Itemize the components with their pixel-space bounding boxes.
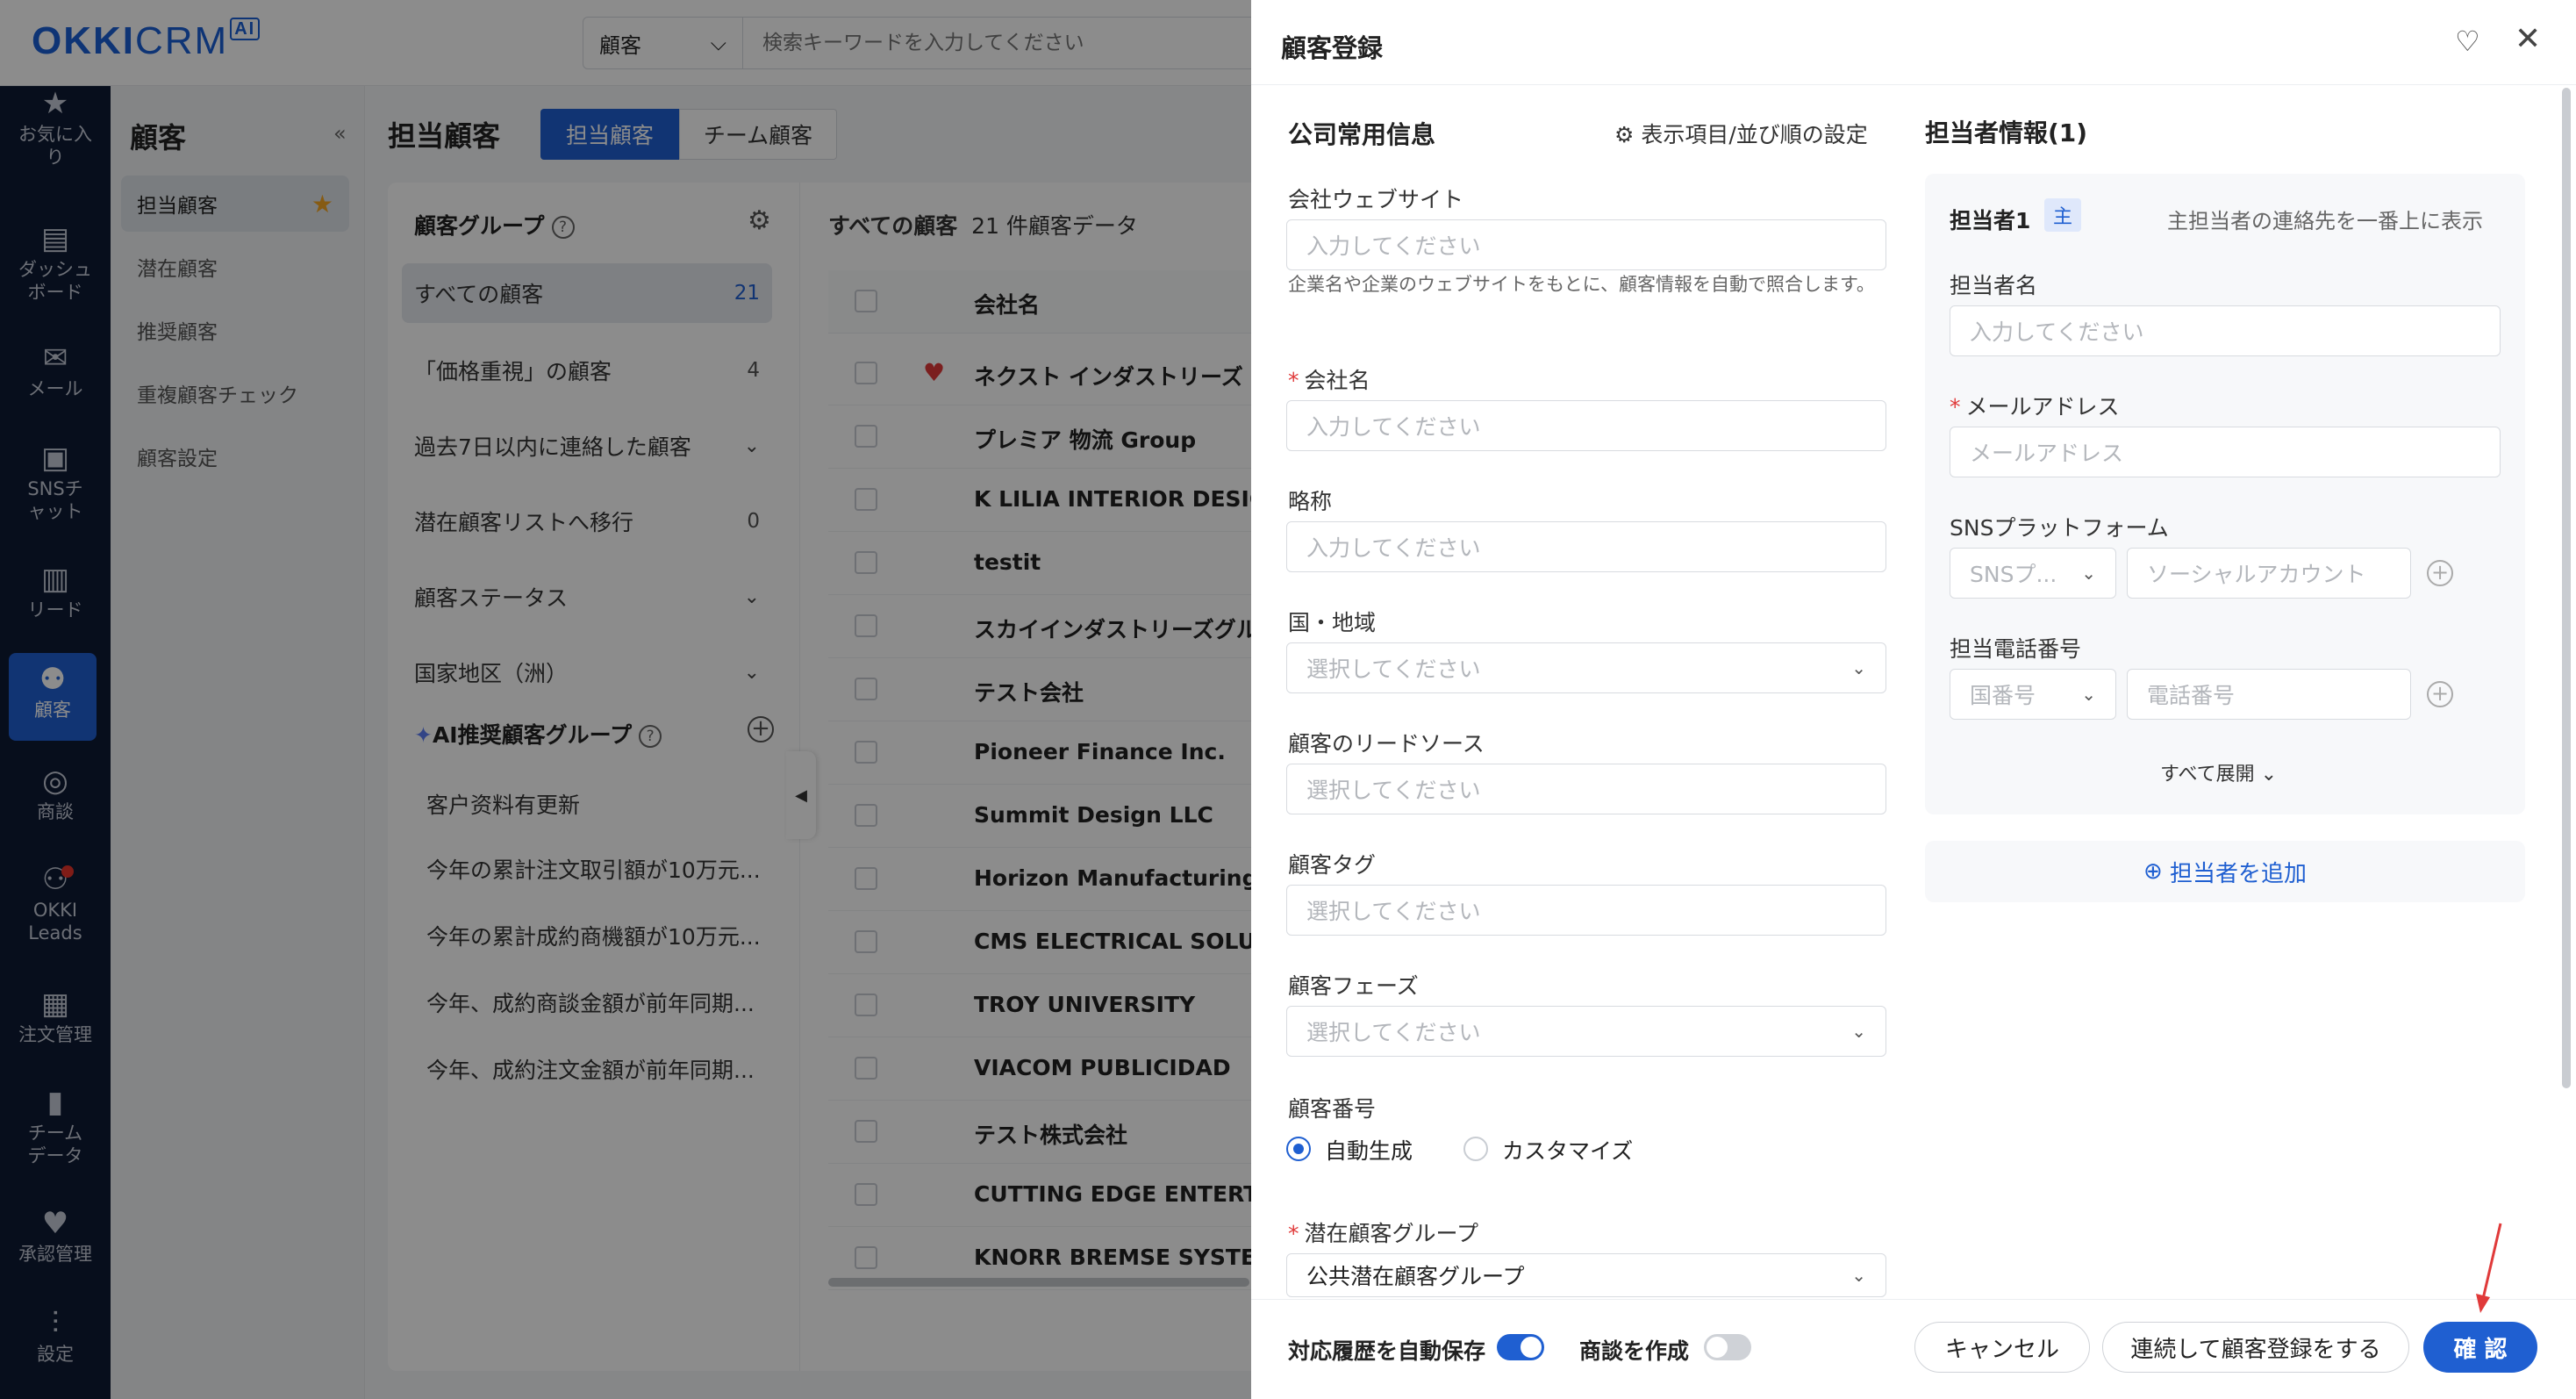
customer-phase-label: 顧客フェーズ <box>1288 973 1419 999</box>
radio-auto-generate-label: 自動生成 <box>1325 1138 1413 1164</box>
divider <box>1251 84 2576 85</box>
radio-auto-generate[interactable] <box>1286 1137 1311 1161</box>
modal-overlay[interactable] <box>0 0 1251 1399</box>
primary-contact-hint: 主担当者の連絡先を一番上に表示 <box>2167 209 2483 233</box>
create-deal-toggle[interactable] <box>1704 1334 1751 1360</box>
add-phone-icon[interactable]: + <box>2427 681 2453 707</box>
drawer-title: 顧客登録 <box>1281 33 1384 63</box>
chevron-down-icon: ⌄ <box>1851 657 1866 678</box>
email-label: * メールアドレス <box>1950 394 2120 420</box>
radio-customize-label: カスタマイズ <box>1502 1138 1634 1164</box>
contact-name-input[interactable]: 入力してください <box>1950 305 2501 356</box>
customer-number-label: 顧客番号 <box>1288 1096 1377 1122</box>
autosave-toggle[interactable] <box>1497 1334 1544 1360</box>
contact-section-title: 担当者情報(1) <box>1925 118 2088 147</box>
lead-source-select[interactable]: 選択してください <box>1286 764 1886 814</box>
annotation-arrow <box>2476 1223 2502 1313</box>
continue-register-button[interactable]: 連続して顧客登録をする <box>2102 1322 2409 1373</box>
company-name-label: * 会社名 <box>1288 368 1370 393</box>
country-select[interactable]: 選択してください ⌄ <box>1286 642 1886 693</box>
chevron-down-icon: ⌄ <box>1851 1265 1866 1286</box>
phone-label: 担当電話番号 <box>1950 636 2082 662</box>
country-label: 国・地域 <box>1288 610 1377 635</box>
website-hint: 企業名や企業のウェブサイトをもとに、顧客情報を自動で照合します。 <box>1288 274 1875 295</box>
autosave-label: 対応履歴を自動保存 <box>1288 1338 1486 1364</box>
lead-source-label: 顧客のリードソース <box>1288 731 1485 757</box>
close-icon[interactable]: ✕ <box>2515 21 2541 57</box>
customer-tag-label: 顧客タグ <box>1288 852 1377 878</box>
chevron-down-icon: ⌄ <box>1851 1021 1866 1042</box>
add-sns-icon[interactable]: + <box>2427 560 2453 586</box>
website-label: 会社ウェブサイト <box>1288 187 1464 212</box>
expand-all-button[interactable]: すべて展開 ⌄ <box>2160 758 2277 786</box>
website-input[interactable]: 入力してください <box>1286 219 1886 270</box>
company-name-input[interactable]: 入力してください <box>1286 400 1886 451</box>
company-section-title: 公司常用信息 <box>1288 120 1436 149</box>
email-input[interactable]: メールアドレス <box>1950 427 2501 477</box>
drawer-scrollbar[interactable] <box>2562 88 2571 1088</box>
display-settings-link[interactable]: ⚙ 表示項目/並び順の設定 <box>1614 118 1868 149</box>
chevron-down-icon: ⌄ <box>2081 684 2096 705</box>
create-deal-label: 商談を作成 <box>1579 1338 1690 1364</box>
sns-account-input[interactable]: ソーシャルアカウント <box>2127 548 2411 599</box>
customer-phase-select[interactable]: 選択してください ⌄ <box>1286 1006 1886 1057</box>
pool-group-select[interactable]: 公共潜在顧客グループ ⌄ <box>1286 1253 1886 1297</box>
pool-group-label: * 潜在顧客グループ <box>1288 1221 1479 1246</box>
favorite-icon[interactable]: ♡ <box>2455 25 2480 58</box>
sns-label: SNSプラットフォーム <box>1950 515 2169 541</box>
chevron-down-icon: ⌄ <box>2260 764 2278 786</box>
confirm-button[interactable]: 確 認 <box>2423 1322 2537 1373</box>
short-name-label: 略称 <box>1288 489 1333 514</box>
phone-code-select[interactable]: 国番号 ⌄ <box>1950 669 2116 720</box>
gear-icon: ⚙ <box>1614 122 1642 147</box>
short-name-input[interactable]: 入力してください <box>1286 521 1886 572</box>
contact-title: 担当者1 <box>1950 208 2031 233</box>
add-contact-button[interactable]: ⊕ 担当者を追加 <box>1925 841 2525 902</box>
phone-input[interactable]: 電話番号 <box>2127 669 2411 720</box>
radio-customize[interactable] <box>1463 1137 1488 1161</box>
cancel-button[interactable]: キャンセル <box>1914 1322 2090 1373</box>
customer-tag-select[interactable]: 選択してください <box>1286 885 1886 936</box>
primary-badge: 主 <box>2044 198 2081 232</box>
plus-circle-icon: ⊕ <box>2143 858 2171 885</box>
chevron-down-icon: ⌄ <box>2081 563 2096 584</box>
contact-name-label: 担当者名 <box>1950 273 2038 298</box>
sns-platform-select[interactable]: SNSプ... ⌄ <box>1950 548 2116 599</box>
